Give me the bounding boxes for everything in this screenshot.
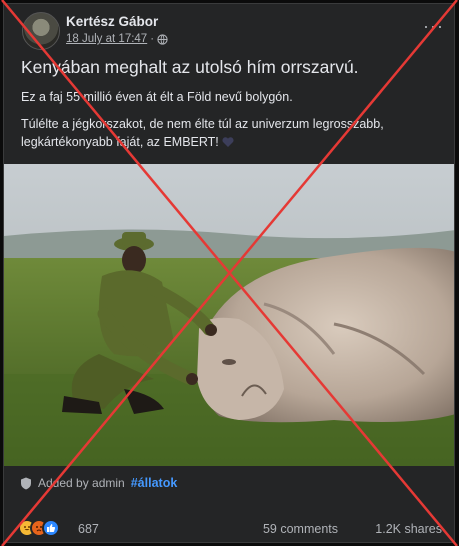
black-heart-icon	[222, 137, 234, 147]
post-paragraph-2: Túlélte a jégkorszakot, de nem élte túl …	[21, 115, 442, 151]
post-date[interactable]: 18 July at 17:47	[66, 33, 147, 45]
post-paragraph-2-text: Túlélte a jégkorszakot, de nem élte túl …	[21, 117, 384, 149]
shares-count[interactable]: 1.2K shares	[375, 522, 442, 536]
post-paragraph-1: Ez a faj 55 millió éven át élt a Föld ne…	[21, 90, 293, 104]
post-photo[interactable]	[4, 164, 454, 466]
more-options-icon[interactable]: ···	[423, 16, 444, 37]
avatar[interactable]	[22, 12, 60, 50]
globe-icon	[157, 33, 168, 45]
post-meta: 18 July at 17:47 ·	[66, 33, 168, 45]
comments-count[interactable]: 59 comments	[263, 522, 338, 536]
post-card: Kertész Gábor 18 July at 17:47 · ··· Ken…	[3, 3, 455, 543]
added-by-row: Added by admin #állatok	[20, 476, 177, 490]
like-reaction-icon	[42, 519, 60, 537]
post-headline: Kenyában meghalt az utolsó hím orrszarvú…	[21, 57, 359, 77]
post-stats: 687 59 comments 1.2K shares	[18, 519, 442, 539]
rhino-ranger-photo	[4, 164, 454, 466]
added-by-text: Added by admin	[38, 476, 125, 490]
meta-separator: ·	[150, 33, 155, 45]
reaction-count[interactable]: 687	[78, 522, 99, 536]
author-name[interactable]: Kertész Gábor	[66, 14, 158, 29]
topic-tag-link[interactable]: #állatok	[131, 476, 178, 490]
shield-icon	[21, 477, 31, 489]
reactions[interactable]	[18, 519, 60, 537]
